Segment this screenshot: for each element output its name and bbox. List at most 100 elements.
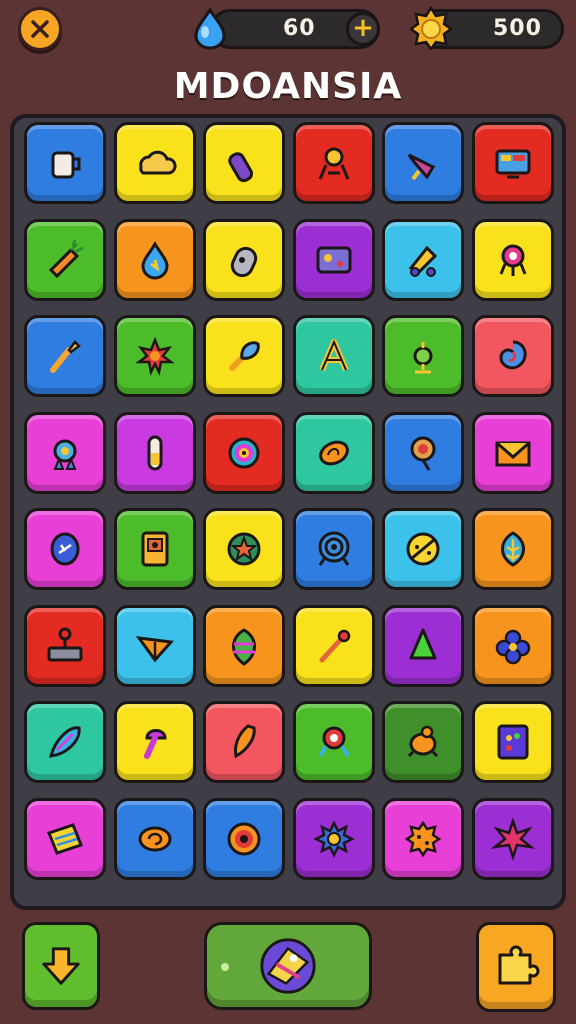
add-gems-button[interactable]: + — [346, 12, 380, 46]
tile-r2-c2[interactable] — [113, 218, 196, 301]
tile-r1-c6[interactable] — [471, 122, 554, 204]
tile-r1-c1[interactable] — [24, 122, 106, 204]
game-board — [10, 114, 566, 910]
tile-r2-c6[interactable] — [471, 218, 554, 301]
tile-r8-c3[interactable] — [203, 797, 285, 880]
tile-r3-c1[interactable] — [24, 315, 106, 397]
cloud-icon — [138, 150, 177, 175]
rocket-icon — [230, 246, 258, 277]
tile-r3-c2[interactable] — [113, 315, 196, 397]
tile-r6-c5[interactable] — [382, 604, 464, 687]
tile-r4-c4[interactable] — [292, 411, 375, 494]
medal-icon — [53, 439, 77, 470]
plus-icon: + — [352, 13, 374, 43]
cannon-icon — [408, 245, 438, 277]
tile-r2-c5[interactable] — [382, 218, 464, 301]
lollipop-icon — [410, 436, 436, 471]
tile-r4-c3[interactable] — [203, 411, 285, 494]
tile-r4-c5[interactable] — [382, 411, 464, 494]
tile-r8-c2[interactable] — [113, 797, 196, 880]
tile-r7-c1[interactable] — [24, 701, 106, 783]
bottom-bar — [0, 914, 576, 1024]
tile-r8-c5[interactable] — [382, 797, 464, 880]
tile-r3-c3[interactable] — [203, 315, 285, 397]
tile-r4-c6[interactable] — [471, 411, 554, 494]
tile-r7-c2[interactable] — [113, 701, 196, 783]
top-bar: 60 + 500 — [0, 0, 576, 64]
chili-icon — [234, 724, 256, 759]
tile-r5-c5[interactable] — [382, 508, 464, 590]
tile-r5-c4[interactable] — [292, 508, 375, 590]
arrow-down-icon — [42, 947, 80, 985]
cabinet-icon — [497, 724, 528, 760]
indicator-dot — [221, 963, 229, 971]
tile-r8-c1[interactable] — [24, 797, 106, 880]
cup-icon — [51, 151, 81, 179]
gem-count: 60 — [283, 16, 316, 41]
tile-r1-c3[interactable] — [203, 122, 285, 204]
tile-r3-c4[interactable] — [292, 315, 375, 397]
robot-legs-icon — [318, 147, 349, 180]
water-gem-icon — [194, 7, 226, 50]
tile-r8-c6[interactable] — [471, 797, 554, 880]
cookie-icon — [404, 820, 442, 857]
puzzle-icon — [498, 945, 540, 985]
tile-r2-c3[interactable] — [203, 218, 285, 301]
tile-r6-c3[interactable] — [203, 604, 285, 687]
puzzle-button[interactable] — [476, 922, 556, 1012]
egg-icon — [50, 532, 80, 566]
water-drop-icon — [140, 240, 169, 279]
mushroom-icon — [143, 729, 167, 759]
tile-r2-c4[interactable] — [292, 218, 375, 301]
coin-count: 500 — [493, 16, 542, 41]
shuffle-button[interactable] — [204, 922, 372, 1010]
sun-icon — [134, 336, 175, 376]
target-icon — [318, 531, 349, 566]
swirl-shell-icon — [498, 340, 527, 370]
tile-r7-c6[interactable] — [471, 701, 554, 783]
tile-r5-c6[interactable] — [471, 508, 554, 590]
tile-r2-c1[interactable] — [24, 218, 106, 301]
letter-a-icon — [318, 339, 349, 372]
tile-r6-c1[interactable] — [24, 604, 106, 687]
close-icon — [31, 20, 49, 38]
tile-r7-c5[interactable] — [382, 701, 464, 783]
paintbrush-icon — [229, 341, 260, 371]
game-title: MDOANSIA — [173, 66, 403, 107]
tile-r3-c6[interactable] — [471, 315, 554, 397]
tile-r6-c6[interactable] — [471, 604, 554, 687]
tile-r5-c3[interactable] — [203, 508, 285, 590]
tile-r4-c2[interactable] — [113, 411, 196, 494]
shuffle-orb-icon — [260, 938, 316, 994]
tile-r1-c4[interactable] — [292, 122, 375, 204]
potion-icon — [413, 342, 433, 374]
tile-r6-c2[interactable] — [113, 604, 196, 687]
tile-r5-c1[interactable] — [24, 508, 106, 590]
tile-r7-c3[interactable] — [203, 701, 285, 783]
tile-r4-c1[interactable] — [24, 411, 106, 494]
tile-r1-c2[interactable] — [113, 122, 196, 204]
stamp-icon — [47, 627, 83, 661]
eye-bot-icon — [317, 726, 350, 758]
sun-coin-icon — [410, 6, 452, 50]
horn-icon — [407, 153, 436, 181]
seed-icon — [318, 440, 349, 465]
drop-button[interactable] — [22, 922, 100, 1010]
tile-r1-c5[interactable] — [382, 122, 464, 204]
monster-icon — [499, 244, 526, 276]
tile-r8-c4[interactable] — [292, 797, 375, 880]
close-button[interactable] — [18, 7, 62, 51]
tile-r3-c5[interactable] — [382, 315, 464, 397]
turtle-icon — [407, 725, 439, 758]
star-badge-icon — [227, 532, 261, 566]
tile-r5-c2[interactable] — [113, 508, 196, 590]
leaf-icon — [500, 531, 525, 567]
envelope-icon — [495, 441, 530, 466]
tile-r7-c4[interactable] — [292, 701, 375, 783]
donut-icon — [227, 822, 261, 855]
lantern-icon — [232, 627, 256, 666]
snail-icon — [138, 826, 171, 851]
gear-icon — [312, 819, 355, 858]
crayon-icon — [228, 152, 254, 183]
tile-r6-c4[interactable] — [292, 604, 375, 687]
